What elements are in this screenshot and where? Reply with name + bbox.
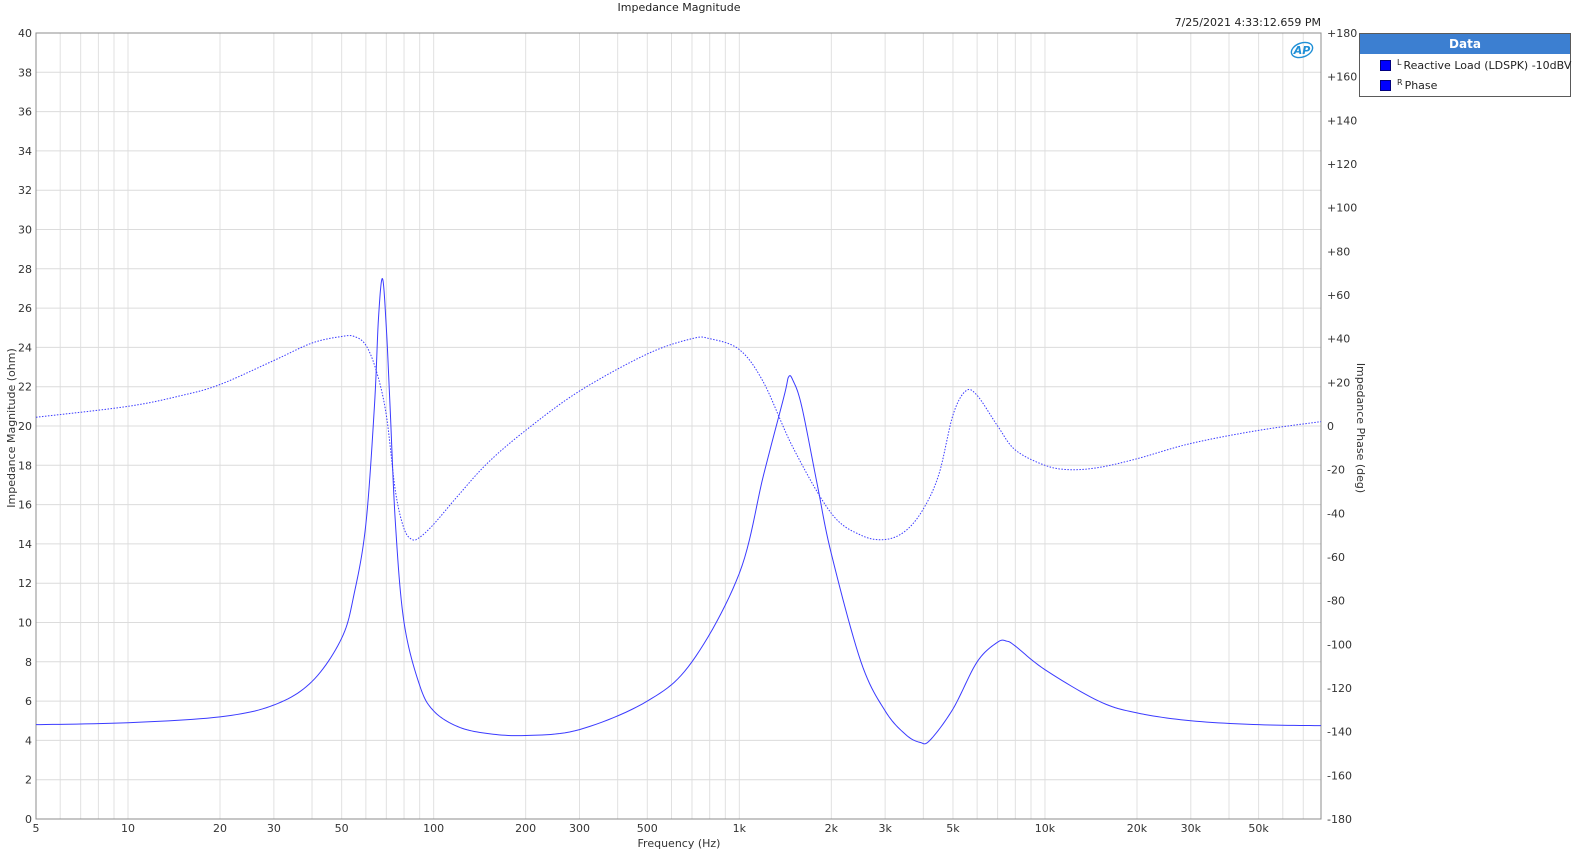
y-tick-label: 28 [18, 263, 32, 276]
x-tick-label: 30k [1181, 822, 1202, 835]
y2-tick-label: +80 [1327, 245, 1350, 258]
x-tick-label: 5 [33, 822, 40, 835]
x-tick-label: 100 [423, 822, 444, 835]
y-tick-label: 4 [25, 734, 32, 747]
legend-label-l: Reactive Load (LDSPK) -10dBV [1403, 58, 1572, 72]
y-tick-label: 14 [18, 538, 32, 551]
x-tick-label: 2k [825, 822, 839, 835]
y-tick-label: 38 [18, 66, 32, 79]
y-tick-label: 12 [18, 577, 32, 590]
x-tick-label: 30 [267, 822, 281, 835]
legend-label-r: Phase [1404, 78, 1438, 92]
y2-tick-label: 0 [1327, 420, 1334, 433]
y-tick-label: 24 [18, 341, 32, 354]
y2-tick-label: -140 [1327, 726, 1352, 739]
legend-item-l[interactable]: L Reactive Load (LDSPK) -10dBV [1380, 56, 1571, 74]
y2-tick-label: +40 [1327, 333, 1350, 346]
y2-tick-label: +100 [1327, 202, 1357, 215]
legend-panel: Data L Reactive Load (LDSPK) -10dBV R Ph… [1359, 33, 1571, 97]
x-tick-label: 10 [121, 822, 135, 835]
legend-channel-r: R [1397, 77, 1403, 87]
x-tick-label: 3k [878, 822, 892, 835]
chart-svg: 0246810121416182022242628303234363840 +1… [0, 0, 1592, 853]
y-tick-label: 16 [18, 499, 32, 512]
y-tick-label: 8 [25, 656, 32, 669]
y-axis-title: Impedance Magnitude (ohm) [5, 348, 18, 508]
y-tick-label: 6 [25, 695, 32, 708]
y2-tick-label: +180 [1327, 27, 1357, 40]
y-tick-label: 22 [18, 381, 32, 394]
x-tick-label: 50 [335, 822, 349, 835]
y2-tick-label: -60 [1327, 551, 1345, 564]
chart-title: Impedance Magnitude [618, 1, 741, 14]
y2-tick-label: -160 [1327, 769, 1352, 782]
x-tick-label: 300 [569, 822, 590, 835]
x-tick-label: 20 [213, 822, 227, 835]
x-tick-label: 1k [733, 822, 747, 835]
y-tick-label: 20 [18, 420, 32, 433]
legend-swatch-r [1380, 79, 1391, 91]
x-axis-title: Frequency (Hz) [638, 837, 721, 850]
y-tick-label: 0 [25, 813, 32, 826]
y2-tick-label: -40 [1327, 507, 1345, 520]
x-tick-label: 20k [1127, 822, 1148, 835]
y-tick-label: 40 [18, 27, 32, 40]
y2-tick-label: -20 [1327, 464, 1345, 477]
y-tick-label: 30 [18, 224, 32, 237]
y-tick-label: 2 [25, 774, 32, 787]
grid-layer [35, 32, 1322, 820]
x-tick-label: 50k [1248, 822, 1269, 835]
y2-tick-label: -120 [1327, 682, 1352, 695]
ap-logo-text: AP [1293, 44, 1311, 57]
legend-channel-l: L [1397, 57, 1402, 67]
y2-tick-label: +140 [1327, 114, 1357, 127]
y2-tick-label: +20 [1327, 376, 1350, 389]
y-tick-label: 34 [18, 145, 32, 158]
y2-tick-label: -100 [1327, 638, 1352, 651]
y2-tick-label: -80 [1327, 595, 1345, 608]
y-tick-label: 26 [18, 302, 32, 315]
y-tick-label: 18 [18, 459, 32, 472]
x-tick-label: 10k [1035, 822, 1056, 835]
x-tick-label: 500 [637, 822, 658, 835]
y2-tick-label: +120 [1327, 158, 1357, 171]
y2-axis-title: Impedance Phase (deg) [1354, 363, 1367, 493]
y2-tick-label: +60 [1327, 289, 1350, 302]
legend-swatch-l [1380, 59, 1391, 71]
x-tick-label: 200 [515, 822, 536, 835]
y-tick-label: 32 [18, 184, 32, 197]
y-tick-label: 10 [18, 617, 32, 630]
y-tick-label: 36 [18, 106, 32, 119]
y2-tick-label: -180 [1327, 813, 1352, 826]
legend-header: Data [1360, 34, 1570, 54]
chart-timestamp: 7/25/2021 4:33:12.659 PM [1175, 16, 1321, 29]
legend-item-r[interactable]: R Phase [1380, 76, 1437, 94]
x-tick-label: 5k [946, 822, 960, 835]
y2-tick-label: +160 [1327, 71, 1357, 84]
